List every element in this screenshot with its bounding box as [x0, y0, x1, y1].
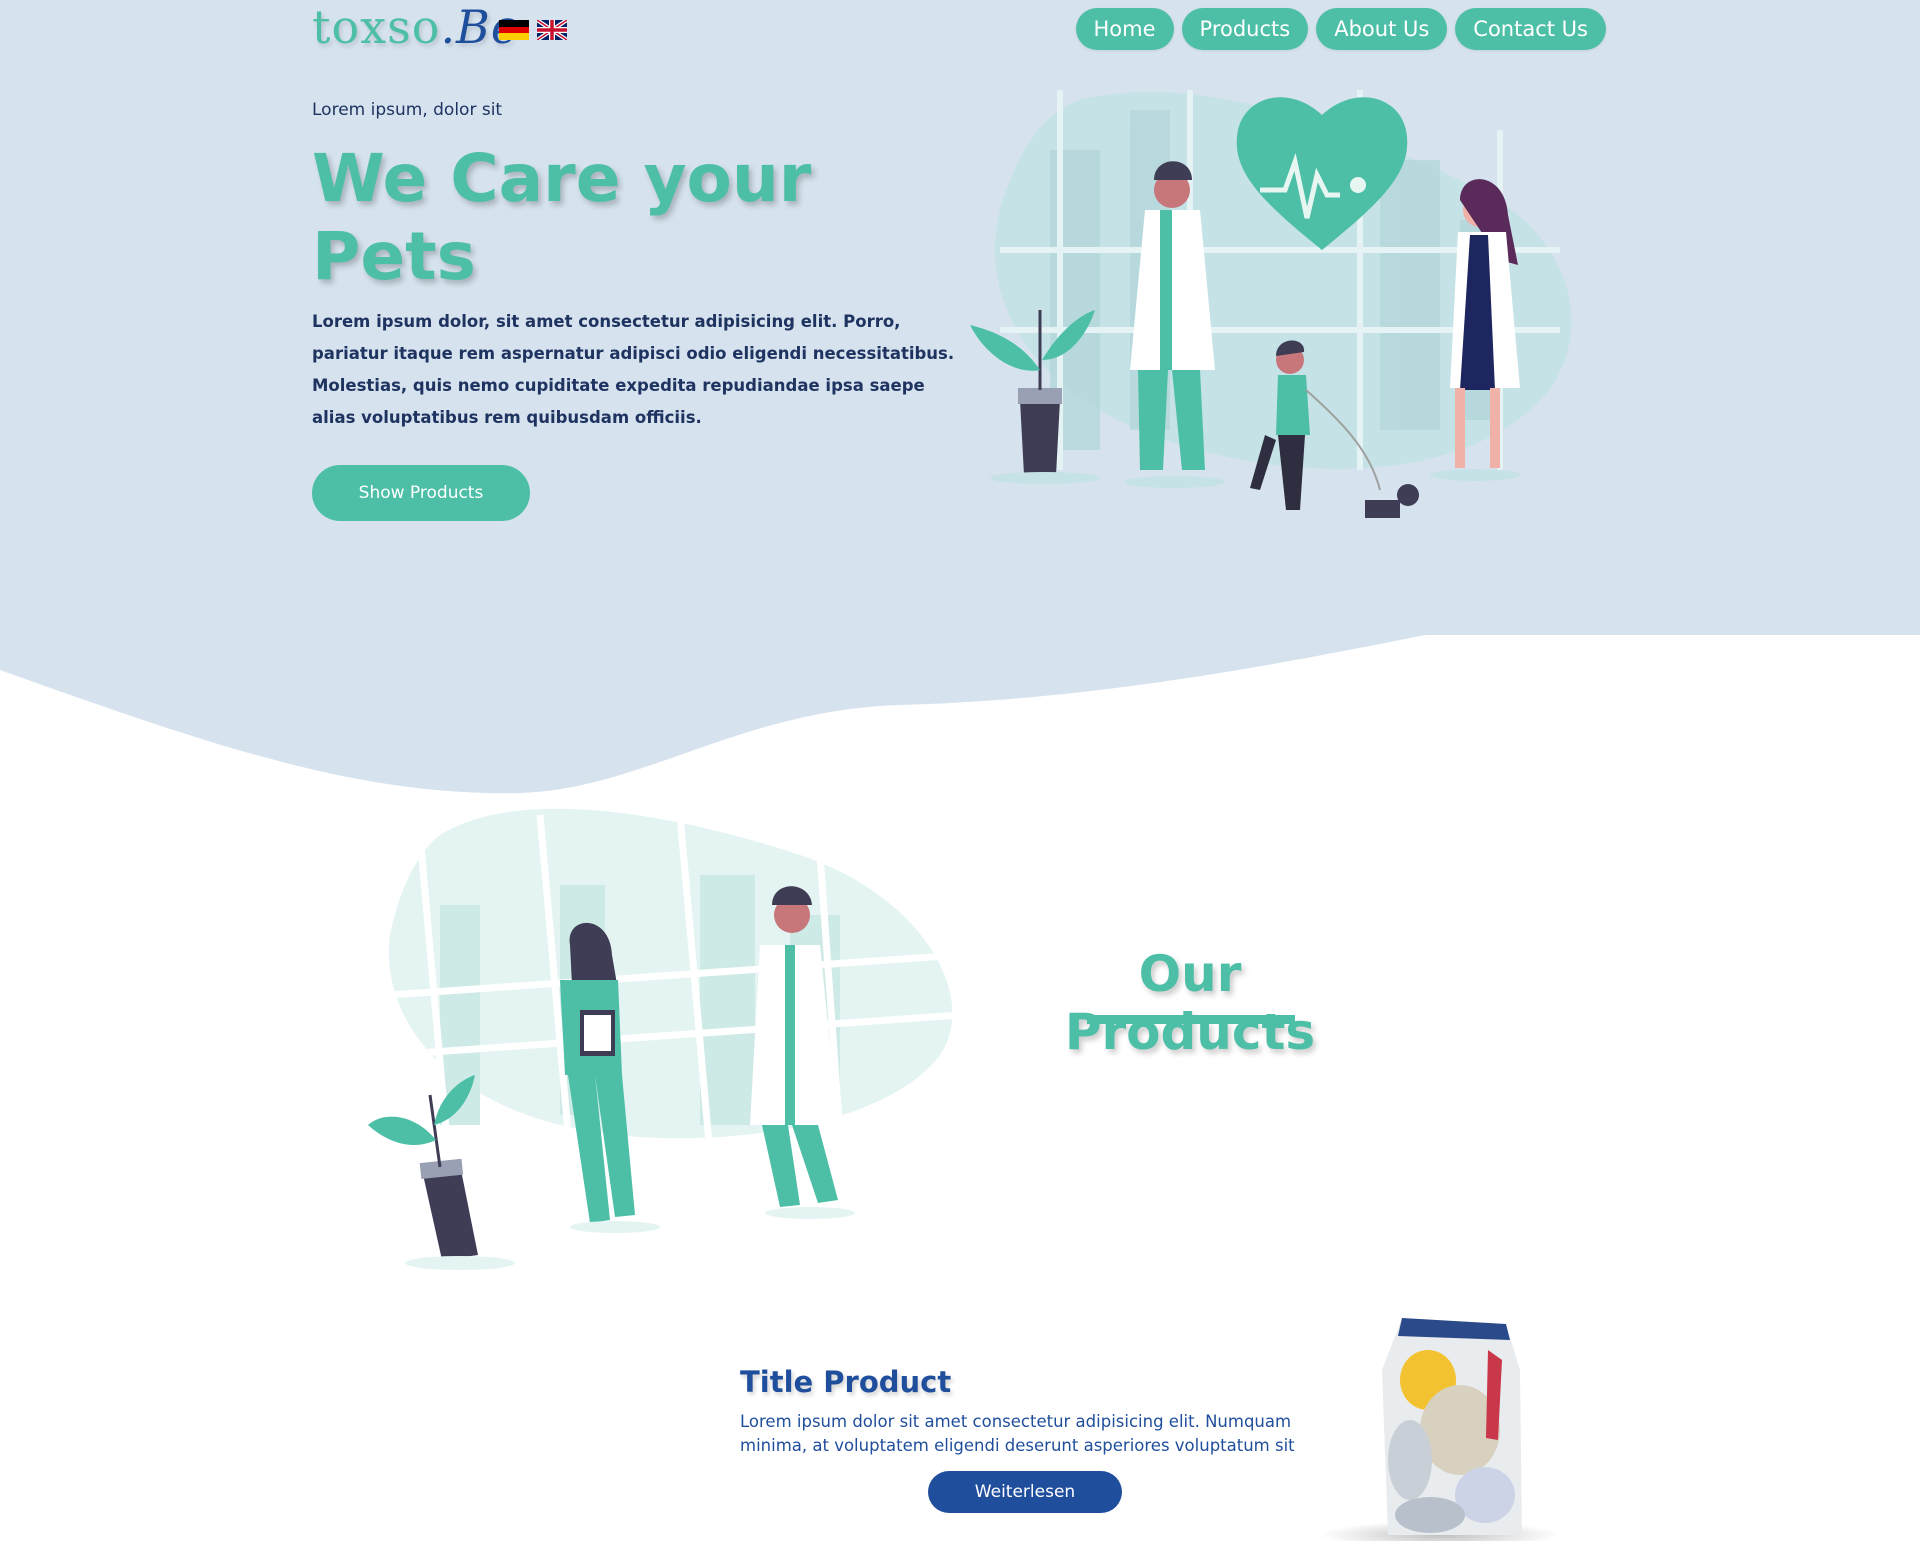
nav-about-us[interactable]: About Us	[1316, 8, 1448, 50]
plant-icon-2	[368, 1075, 515, 1270]
uk-flag-icon[interactable]	[537, 20, 567, 40]
hero-kicker: Lorem ipsum, dolor sit	[312, 100, 503, 120]
hero-title: We Care your Pets	[312, 140, 812, 295]
product-description: Lorem ipsum dolor sit amet consectetur a…	[740, 1412, 1295, 1455]
nav-contact-us[interactable]: Contact Us	[1455, 8, 1606, 50]
product-title: Title Product	[740, 1365, 952, 1399]
veterinarians-illustration	[970, 90, 1572, 518]
show-products-button[interactable]: Show Products	[312, 465, 530, 521]
main-nav: Home Products About Us Contact Us	[1075, 8, 1606, 50]
products-heading: Our Products	[1064, 945, 1316, 1061]
doctors-illustration	[368, 808, 961, 1270]
heading-underline	[1087, 1015, 1295, 1024]
nav-home[interactable]: Home	[1075, 8, 1174, 50]
product-package-image	[1320, 1318, 1560, 1541]
hero-description: Lorem ipsum dolor, sit amet consectetur …	[312, 312, 955, 427]
site-logo[interactable]: toxso.Be	[312, 0, 519, 54]
nav-products[interactable]: Products	[1181, 8, 1309, 50]
read-more-button[interactable]: Weiterlesen	[928, 1471, 1122, 1513]
german-flag-icon[interactable]	[499, 20, 529, 40]
